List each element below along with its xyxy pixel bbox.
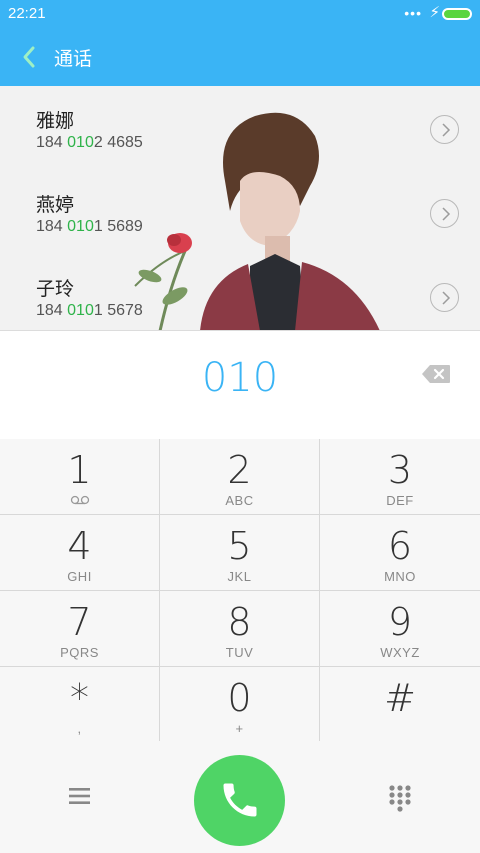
- key-6[interactable]: 6 MNO: [320, 515, 480, 591]
- key-9[interactable]: 9 WXYZ: [320, 591, 480, 667]
- menu-icon[interactable]: [66, 784, 94, 808]
- header: 通话: [0, 28, 480, 86]
- key-4[interactable]: 4 GHI: [0, 515, 160, 591]
- key-hash[interactable]: #: [320, 667, 480, 743]
- contact-number: 184 0101 5678: [36, 302, 143, 319]
- call-button[interactable]: [194, 755, 285, 846]
- contact-number: 184 0102 4685: [36, 134, 143, 151]
- contact-matches: 雅娜 184 0102 4685 燕婷 184 0101 5689 子玲 184…: [0, 86, 480, 331]
- status-bar: 22:21 ••• ⚡: [0, 0, 480, 28]
- match-highlight: 010: [67, 218, 94, 235]
- key-3[interactable]: 3 DEF: [320, 439, 480, 515]
- key-2[interactable]: 2 ABC: [160, 439, 320, 515]
- contact-number: 184 0101 5689: [36, 218, 143, 235]
- bottom-bar: [0, 741, 480, 853]
- contact-detail-chevron-icon[interactable]: [430, 199, 459, 228]
- key-star[interactable]: * ,: [0, 667, 160, 743]
- charging-icon: ⚡: [429, 4, 440, 21]
- key-8[interactable]: 8 TUV: [160, 591, 320, 667]
- key-1[interactable]: 1: [0, 439, 160, 515]
- match-highlight: 010: [67, 134, 94, 151]
- battery-icon: [442, 8, 472, 20]
- key-7[interactable]: 7 PQRS: [0, 591, 160, 667]
- contact-detail-chevron-icon[interactable]: [430, 283, 459, 312]
- key-0[interactable]: 0 +: [160, 667, 320, 743]
- dial-display: 010: [0, 331, 480, 439]
- contact-row[interactable]: 雅娜 184 0102 4685: [0, 86, 480, 170]
- match-highlight: 010: [67, 302, 94, 319]
- dialpad-toggle-icon[interactable]: [386, 783, 414, 813]
- phone-icon: [223, 783, 257, 817]
- dial-keypad: 1 2 ABC 3 DEF 4 GHI 5 JKL 6 MNO 7 PQRS 8…: [0, 439, 480, 743]
- voicemail-icon: [70, 495, 90, 505]
- contact-row[interactable]: 燕婷 184 0101 5689: [0, 170, 480, 254]
- backspace-icon[interactable]: [421, 364, 451, 384]
- page-title: 通话: [54, 48, 93, 70]
- contact-name: 子玲: [36, 278, 75, 300]
- contact-row[interactable]: 子玲 184 0101 5678: [0, 254, 480, 330]
- contact-name: 雅娜: [36, 110, 75, 132]
- contact-name: 燕婷: [36, 194, 75, 216]
- key-5[interactable]: 5 JKL: [160, 515, 320, 591]
- dialed-number: 010: [201, 355, 279, 401]
- signal-dots-icon: •••: [404, 5, 422, 21]
- status-time: 22:21: [8, 5, 46, 22]
- back-chevron-icon[interactable]: [18, 42, 42, 72]
- contact-detail-chevron-icon[interactable]: [430, 115, 459, 144]
